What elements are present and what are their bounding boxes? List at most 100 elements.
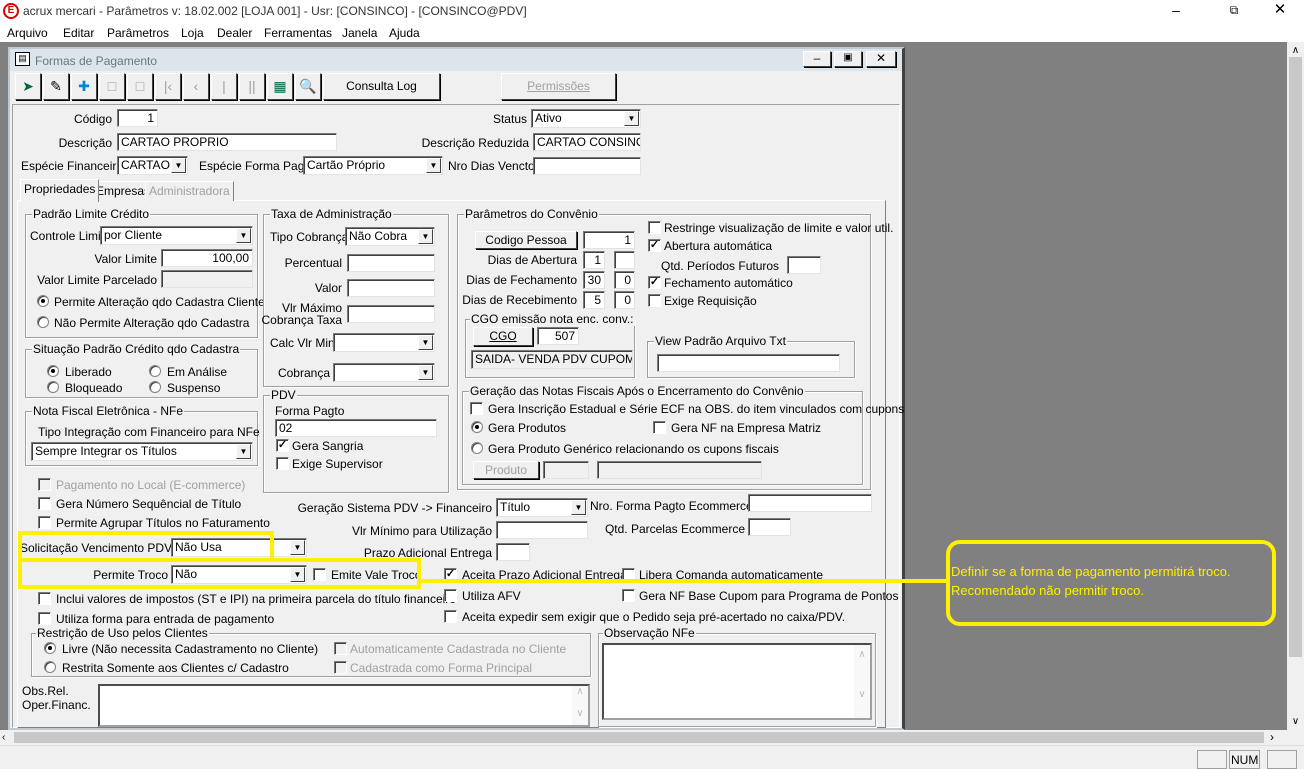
add-icon[interactable]: ✚: [71, 73, 97, 100]
dias-fechamento-input-2[interactable]: 0: [614, 271, 635, 289]
gera-nf-matriz-checkbox[interactable]: [653, 421, 666, 434]
vlr-maximo-input[interactable]: [347, 305, 435, 323]
menu-arquivo[interactable]: Arquivo: [7, 26, 48, 40]
menu-ferramentas[interactable]: Ferramentas: [264, 26, 332, 40]
menu-janela[interactable]: Janela: [342, 26, 377, 40]
tipo-integracao-select[interactable]: Sempre Integrar os Títulos ▼: [31, 442, 253, 461]
minimize-button[interactable]: –: [1164, 0, 1188, 20]
observacao-nfe-textarea[interactable]: ∧ ∨: [602, 643, 872, 720]
grid-icon[interactable]: ▦: [267, 73, 293, 100]
qtd-parcelas-input[interactable]: [748, 518, 791, 536]
dias-abertura-input-2[interactable]: [614, 251, 635, 269]
gera-generico-radio[interactable]: [471, 442, 483, 454]
tab-propriedades[interactable]: Propriedades: [20, 179, 100, 202]
restrita-radio[interactable]: [44, 661, 56, 673]
child-close-button[interactable]: ✕: [866, 51, 896, 67]
obs-rel-textarea[interactable]: ∧ ∨: [98, 684, 590, 727]
child-minimize-button[interactable]: –: [803, 51, 831, 67]
produto-code-input[interactable]: [543, 461, 589, 479]
textarea-scrollbar[interactable]: ∧ ∨: [572, 686, 588, 725]
dias-recebimento-input-2[interactable]: 0: [614, 291, 635, 309]
textarea-scrollbar[interactable]: ∧ ∨: [854, 645, 870, 718]
percentual-input[interactable]: [347, 254, 435, 272]
suspenso-radio[interactable]: [149, 381, 161, 393]
valor-limite-input[interactable]: 100,00: [161, 249, 253, 267]
restringe-checkbox[interactable]: [648, 221, 661, 234]
gera-numero-checkbox[interactable]: [38, 497, 51, 510]
nao-permite-alteracao-radio[interactable]: [37, 316, 49, 328]
horizontal-scrollbar[interactable]: ‹ ›: [0, 730, 1304, 745]
geracao-pdv-select[interactable]: Título ▼: [496, 498, 588, 517]
produto-button[interactable]: Produto: [473, 461, 539, 479]
exige-requisicao-checkbox[interactable]: [648, 294, 661, 307]
livre-radio[interactable]: [44, 642, 56, 654]
dias-recebimento-input[interactable]: 5: [583, 291, 605, 309]
abertura-automatica-checkbox[interactable]: ✓: [648, 239, 661, 252]
paste-icon[interactable]: □: [127, 73, 153, 100]
codigo-pessoa-input[interactable]: 1: [583, 231, 635, 249]
close-button[interactable]: ✕: [1268, 0, 1292, 20]
exit-icon[interactable]: ➤: [15, 73, 41, 100]
menu-dealer[interactable]: Dealer: [217, 26, 252, 40]
copy-icon[interactable]: □: [99, 73, 125, 100]
gera-sangria-checkbox[interactable]: ✓: [276, 439, 289, 452]
codigo-pessoa-button[interactable]: Codigo Pessoa: [475, 231, 577, 249]
menu-loja[interactable]: Loja: [181, 26, 204, 40]
child-maximize-button[interactable]: ▣: [834, 51, 862, 67]
forma-pagto-input[interactable]: 02: [275, 419, 437, 437]
exige-supervisor-checkbox[interactable]: [276, 457, 289, 470]
especie-forma-select[interactable]: Cartão Próprio ▼: [303, 156, 443, 175]
aceita-expedir-checkbox[interactable]: [444, 610, 457, 623]
calc-vlr-min-select[interactable]: ▼: [333, 333, 435, 352]
permite-alteracao-radio[interactable]: [37, 295, 49, 307]
nro-ecommerce-input[interactable]: [748, 494, 872, 512]
permissoes-button[interactable]: Permissões: [501, 73, 616, 100]
last-record-icon[interactable]: ||: [239, 73, 265, 100]
controle-limite-select[interactable]: por Cliente ▼: [100, 226, 253, 245]
utiliza-entrada-checkbox[interactable]: [38, 612, 51, 625]
forma-principal-checkbox[interactable]: [334, 661, 347, 674]
view-padrao-input[interactable]: [657, 354, 840, 372]
status-select[interactable]: Ativo ▼: [531, 109, 641, 128]
codigo-input[interactable]: 1: [117, 109, 158, 127]
restore-button[interactable]: ⧉: [1222, 0, 1246, 20]
prazo-adicional-input[interactable]: [496, 543, 530, 561]
utiliza-afv-checkbox[interactable]: [444, 589, 457, 602]
bloqueado-radio[interactable]: [47, 381, 59, 393]
auto-cadastrada-checkbox[interactable]: [334, 642, 347, 655]
edit-icon[interactable]: ✎: [43, 73, 69, 100]
gera-inscricao-checkbox[interactable]: [470, 402, 483, 415]
descricao-reduzida-input[interactable]: CARTAO CONSINCO: [533, 133, 641, 151]
menu-editar[interactable]: Editar: [63, 26, 94, 40]
valor-input[interactable]: [347, 279, 435, 297]
produto-description-input[interactable]: [597, 461, 762, 479]
em-analise-radio[interactable]: [149, 365, 161, 377]
qtd-periodos-input[interactable]: [787, 256, 821, 274]
dias-abertura-input[interactable]: 1: [583, 251, 605, 269]
nro-dias-input[interactable]: [533, 157, 641, 175]
cgo-input[interactable]: 507: [537, 327, 579, 345]
tab-administradora[interactable]: Administradora: [145, 181, 234, 201]
fechamento-automatico-checkbox[interactable]: ✓: [648, 276, 661, 289]
descricao-input[interactable]: CARTAO PROPRIO: [117, 133, 337, 151]
pagamento-local-checkbox[interactable]: [38, 478, 51, 491]
tipo-cobranca-select[interactable]: Não Cobra ▼: [345, 227, 435, 246]
cgo-button[interactable]: CGO: [473, 327, 533, 346]
gera-produtos-radio[interactable]: [471, 421, 483, 433]
liberado-radio[interactable]: [47, 365, 59, 377]
dias-fechamento-input[interactable]: 30: [583, 271, 605, 289]
gera-nf-pontos-checkbox[interactable]: [622, 589, 635, 602]
consulta-log-button[interactable]: Consulta Log: [323, 73, 440, 100]
menu-ajuda[interactable]: Ajuda: [389, 26, 420, 40]
cobranca-select[interactable]: ▼: [333, 363, 435, 382]
previous-record-icon[interactable]: ‹: [183, 73, 209, 100]
valor-limite-parcelado-input[interactable]: [161, 270, 253, 288]
next-record-icon[interactable]: |: [211, 73, 237, 100]
vlr-minimo-input[interactable]: [496, 521, 588, 539]
especie-financeira-select[interactable]: CARTAO ▼: [117, 156, 188, 175]
binoculars-icon[interactable]: 🔍: [295, 73, 321, 100]
vertical-scrollbar[interactable]: ∧ ∨: [1287, 42, 1304, 730]
inclui-impostos-checkbox[interactable]: [38, 592, 51, 605]
menu-parametros[interactable]: Parâmetros: [107, 26, 169, 40]
permite-agrupar-checkbox[interactable]: [38, 516, 51, 529]
